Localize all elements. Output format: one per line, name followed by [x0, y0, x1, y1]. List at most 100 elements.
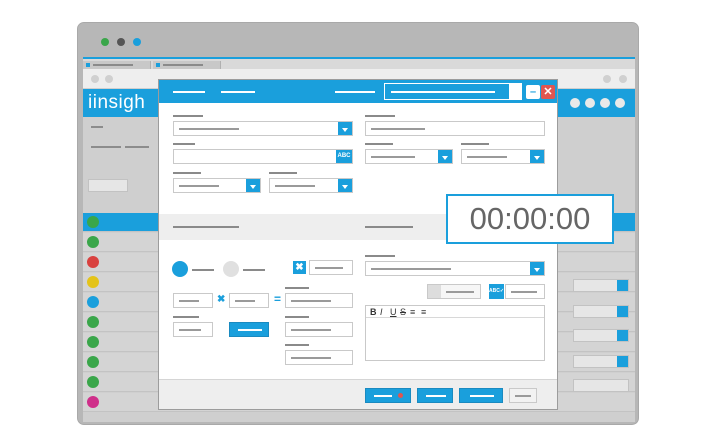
lock-icon [87, 256, 99, 268]
header-icon[interactable] [570, 98, 580, 108]
header-icon[interactable] [615, 98, 625, 108]
window-dot-blue[interactable] [133, 38, 141, 46]
field-label [173, 115, 203, 117]
field-label [285, 316, 309, 318]
browser-tab[interactable] [153, 61, 221, 69]
tab-favicon [156, 63, 160, 67]
modal-footer [159, 379, 557, 409]
dropdown-dot [398, 393, 403, 398]
tab-favicon [86, 63, 90, 67]
text-field[interactable] [285, 322, 353, 337]
select-field[interactable] [173, 178, 261, 193]
minimize-button[interactable]: – [526, 85, 540, 99]
footer-button[interactable] [459, 388, 503, 403]
section-title [365, 226, 413, 228]
window-dot-gray[interactable] [117, 38, 125, 46]
radio-option-selected[interactable] [172, 261, 188, 277]
button-label [374, 395, 392, 397]
user-menu[interactable] [91, 126, 103, 128]
ordered-list-button[interactable]: ≡ [410, 306, 415, 318]
field-label [173, 316, 199, 318]
field-label [365, 143, 393, 145]
close-button[interactable]: ✕ [541, 85, 555, 99]
chevron-down-icon [530, 262, 544, 275]
toolbar-button[interactable] [125, 146, 149, 148]
select-field[interactable] [269, 178, 353, 193]
window-dot-green[interactable] [101, 38, 109, 46]
chevron-down-icon [338, 179, 352, 192]
select-field[interactable] [461, 149, 545, 164]
lock-icon [87, 296, 99, 308]
text-field[interactable] [505, 284, 545, 299]
nav-back-icon[interactable] [91, 75, 99, 83]
result-field[interactable] [285, 293, 353, 308]
header-select[interactable] [384, 83, 522, 100]
header-icon[interactable] [600, 98, 610, 108]
number-field[interactable] [173, 293, 213, 308]
side-select[interactable] [573, 329, 629, 342]
text-field[interactable] [309, 260, 353, 275]
text-field[interactable]: ABC [173, 149, 353, 164]
select-value [467, 156, 507, 158]
italic-button[interactable]: I [380, 306, 383, 318]
lock-icon [87, 356, 99, 368]
toolbar-button[interactable] [91, 146, 121, 148]
side-select[interactable] [573, 305, 629, 318]
select-value [179, 128, 239, 130]
side-select[interactable] [573, 279, 629, 292]
header-title [173, 91, 205, 93]
browser-tab[interactable] [83, 61, 151, 69]
select-field[interactable] [365, 261, 545, 276]
footer-button-primary[interactable] [365, 388, 411, 403]
modal-header: – ✕ [159, 80, 557, 103]
header-icon[interactable] [585, 98, 595, 108]
select-field[interactable] [365, 149, 453, 164]
chevron-down-icon [617, 330, 628, 341]
rich-text-editor[interactable]: B I U S ≡ ≡ [365, 305, 545, 361]
chevron-down-icon [617, 280, 628, 291]
text-value [291, 329, 331, 331]
nav-forward-icon[interactable] [105, 75, 113, 83]
header-select-value [391, 91, 495, 93]
chevron-down-icon [246, 179, 260, 192]
field-label [173, 172, 201, 174]
field-label [285, 287, 309, 289]
select-value [371, 268, 451, 270]
text-field[interactable] [173, 322, 213, 337]
checkbox[interactable] [428, 285, 441, 298]
text-field[interactable] [285, 350, 353, 365]
checkbox-field[interactable] [427, 284, 481, 299]
select-value [275, 185, 315, 187]
underline-button[interactable]: U [390, 306, 397, 318]
number-value [179, 300, 199, 302]
select-field[interactable] [173, 121, 353, 136]
spell-check-icon[interactable]: ABC [336, 150, 352, 163]
toolbar-icon[interactable] [603, 75, 611, 83]
footer-button[interactable] [417, 388, 453, 403]
unordered-list-button[interactable]: ≡ [421, 306, 426, 318]
editor-toolbar: B I U S ≡ ≡ [366, 306, 544, 318]
action-button[interactable] [229, 322, 269, 337]
side-select[interactable] [573, 355, 629, 368]
chevron-down-icon [617, 356, 628, 367]
browser-tab-strip [83, 57, 635, 69]
radio-option[interactable] [223, 261, 239, 277]
lock-icon [87, 376, 99, 388]
toolbar-icon[interactable] [619, 75, 627, 83]
text-value [291, 357, 331, 359]
bold-button[interactable]: B [370, 306, 377, 318]
text-value [371, 128, 425, 130]
text-field[interactable] [365, 121, 545, 136]
button-label [238, 329, 262, 331]
spell-check-icon[interactable]: ABC✓ [489, 284, 504, 299]
strikethrough-button[interactable]: S [400, 306, 406, 318]
tab-title [163, 64, 203, 66]
remove-icon[interactable]: ✖ [293, 261, 306, 274]
search-input[interactable] [88, 179, 128, 192]
number-field[interactable] [229, 293, 269, 308]
footer-button-secondary[interactable] [509, 388, 537, 403]
side-select[interactable] [573, 379, 629, 392]
chevron-down-icon [617, 306, 628, 317]
lock-icon [87, 396, 99, 408]
chevron-down-icon [438, 150, 452, 163]
